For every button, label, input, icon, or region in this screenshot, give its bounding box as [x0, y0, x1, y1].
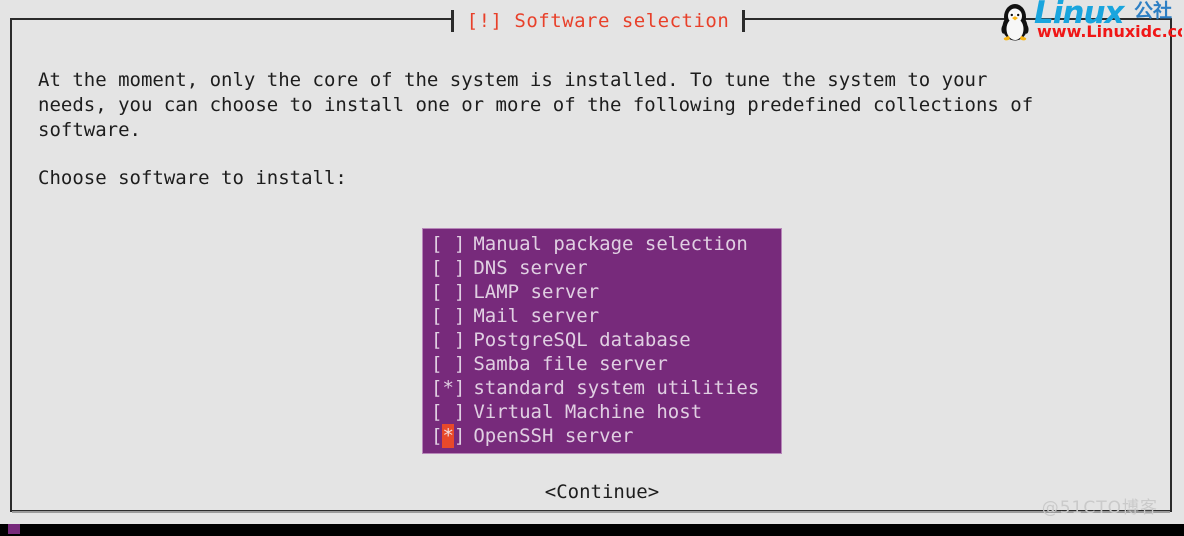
bottom-black-strip: [0, 524, 1184, 536]
list-item-label: Virtual Machine host: [473, 401, 703, 423]
checkbox-checked-icon[interactable]: [*]: [431, 376, 465, 400]
list-item[interactable]: [ ] LAMP server: [423, 280, 781, 304]
list-item[interactable]: [ ] DNS server: [423, 256, 781, 280]
list-item[interactable]: [*] standard system utilities: [423, 376, 781, 400]
dialog-prompt-text: Choose software to install:: [38, 167, 347, 189]
list-item[interactable]: [ ] Manual package selection: [423, 232, 781, 256]
list-item-label: Mail server: [473, 305, 600, 327]
checkbox-unchecked-icon[interactable]: [ ]: [431, 232, 465, 256]
list-item[interactable]: [ ] PostgreSQL database: [423, 328, 781, 352]
list-item-label: PostgreSQL database: [473, 329, 691, 351]
checkbox-unchecked-icon[interactable]: [ ]: [431, 328, 465, 352]
list-item-label: OpenSSH server: [473, 425, 634, 447]
checkbox-unchecked-icon[interactable]: [ ]: [431, 256, 465, 280]
list-item[interactable]: [ ] Samba file server: [423, 352, 781, 376]
list-item-label: standard system utilities: [473, 377, 760, 399]
software-selection-dialog: At the moment, only the core of the syst…: [10, 18, 1172, 513]
list-item-label: DNS server: [473, 257, 588, 279]
list-cursor: *: [442, 424, 454, 448]
dialog-body-text: At the moment, only the core of the syst…: [38, 69, 1034, 141]
list-item-label: LAMP server: [473, 281, 600, 303]
software-selection-list[interactable]: [ ] Manual package selection [ ] DNS server…: [422, 228, 782, 454]
list-item[interactable]: [ ] Mail server: [423, 304, 781, 328]
list-item-label: Samba file server: [473, 353, 668, 375]
checkbox-unchecked-icon[interactable]: [ ]: [431, 400, 465, 424]
checkbox-unchecked-icon[interactable]: [ ]: [431, 280, 465, 304]
list-item[interactable]: [*] OpenSSH server: [423, 424, 781, 448]
continue-button-area: <Continue>: [422, 480, 782, 504]
checkbox-unchecked-icon[interactable]: [ ]: [431, 352, 465, 376]
installer-screen: At the moment, only the core of the syst…: [0, 0, 1184, 536]
continue-button[interactable]: <Continue>: [545, 480, 659, 504]
checkbox-checked-icon[interactable]: [*]: [431, 424, 465, 448]
list-item[interactable]: [ ] Virtual Machine host: [423, 400, 781, 424]
install-progress-bar: [8, 524, 20, 534]
list-item-label: Manual package selection: [473, 233, 748, 255]
checkbox-unchecked-icon[interactable]: [ ]: [431, 304, 465, 328]
